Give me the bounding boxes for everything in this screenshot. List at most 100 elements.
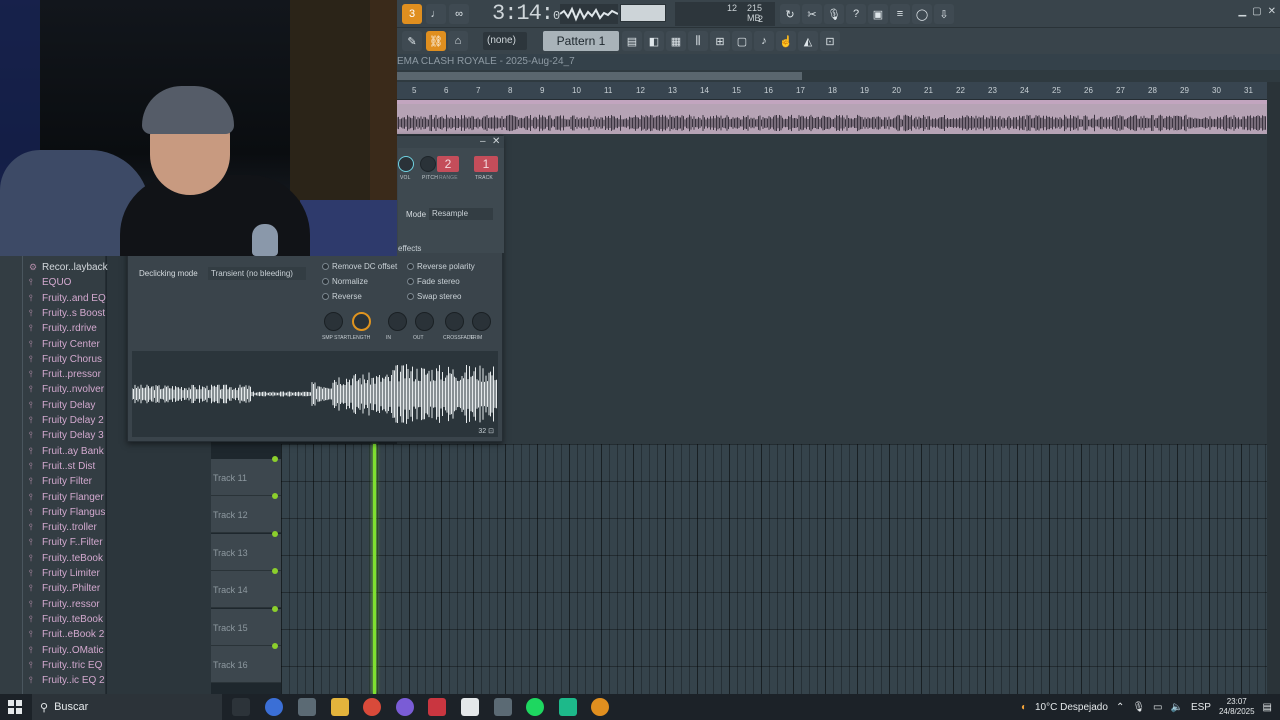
playhead-marker[interactable] bbox=[373, 444, 376, 694]
track-header[interactable]: Track 15 bbox=[211, 605, 281, 646]
app-icon[interactable] bbox=[559, 698, 577, 716]
file-explorer-icon[interactable] bbox=[331, 698, 349, 716]
loop-record-button[interactable]: ∞ bbox=[449, 4, 469, 24]
option-radio[interactable]: Swap stereo bbox=[407, 292, 461, 301]
browser-item[interactable]: ⫯ Fruity Flangus bbox=[29, 505, 105, 520]
pattern-selector[interactable]: Pattern 1 bbox=[543, 31, 619, 51]
browser-item[interactable]: ⫯ Fruity Delay 3 bbox=[29, 428, 104, 443]
tempo-icon[interactable]: ♪ bbox=[754, 31, 774, 51]
chrome-icon[interactable] bbox=[363, 698, 381, 716]
master-volume-meter[interactable] bbox=[620, 4, 666, 22]
clock[interactable]: 23:07 24/8/2025 bbox=[1219, 697, 1255, 717]
track-enable-led[interactable] bbox=[272, 643, 278, 649]
notifications-icon[interactable]: ▤ bbox=[1263, 702, 1272, 713]
track-header[interactable]: Track 11 bbox=[211, 456, 281, 496]
browser-item[interactable]: ⫯ Fruity..OMatic bbox=[29, 643, 103, 658]
knob[interactable] bbox=[472, 312, 491, 331]
windows-start-icon[interactable] bbox=[8, 700, 22, 714]
browser-item[interactable]: ⫯ Fruity..s Boost bbox=[29, 306, 105, 321]
language-indicator[interactable]: ESP bbox=[1191, 702, 1211, 713]
option-radio[interactable]: Reverse bbox=[322, 292, 362, 301]
weather-text[interactable]: 10°C Despejado bbox=[1035, 702, 1108, 713]
knob[interactable] bbox=[352, 312, 371, 331]
knob[interactable] bbox=[445, 312, 464, 331]
knob[interactable] bbox=[388, 312, 407, 331]
weather-icon[interactable]: ◐ bbox=[1021, 702, 1027, 713]
browser-item[interactable]: ⫯ Fruity Delay bbox=[29, 398, 95, 413]
controller-icon[interactable] bbox=[494, 698, 512, 716]
option-radio[interactable]: Remove DC offset bbox=[322, 262, 397, 271]
plugin-picker-icon[interactable]: ▢ bbox=[732, 31, 752, 51]
audio-clip[interactable] bbox=[397, 100, 1267, 134]
window-titlebar[interactable]: – ✕ bbox=[398, 136, 504, 148]
chat-icon[interactable]: ◯ bbox=[912, 4, 932, 24]
option-radio[interactable]: Normalize bbox=[322, 277, 368, 286]
browser-item[interactable]: ⫯ EQUO bbox=[29, 275, 71, 290]
store-icon[interactable]: ⊡ bbox=[820, 31, 840, 51]
close-icon[interactable]: ✕ bbox=[492, 136, 500, 147]
touch-icon[interactable]: ☝ bbox=[776, 31, 796, 51]
close-icon[interactable]: ✕ bbox=[1268, 6, 1276, 17]
network-icon[interactable]: ▭ bbox=[1153, 702, 1162, 713]
browser-item[interactable]: ⫯ Fruit..pressor bbox=[29, 367, 101, 382]
draw-tool-icon[interactable]: ✎ bbox=[402, 31, 422, 51]
browser-item[interactable]: ⫯ Fruity..teBook bbox=[29, 612, 103, 627]
option-radio[interactable]: Fade stereo bbox=[407, 277, 460, 286]
track-enable-led[interactable] bbox=[272, 605, 278, 612]
browser-item[interactable]: ⫯ Fruity..ressor bbox=[29, 597, 100, 612]
browser-item[interactable]: ⫯ Fruity..Philter bbox=[29, 581, 100, 596]
track-header[interactable]: Track 13 bbox=[211, 530, 281, 571]
track-header[interactable]: Track 16 bbox=[211, 643, 281, 683]
stamp-icon[interactable]: ⌂ bbox=[448, 31, 468, 51]
minimize-icon[interactable]: ▁ bbox=[1238, 6, 1246, 17]
playlist-icon[interactable]: ▤ bbox=[622, 31, 642, 51]
browser-item[interactable]: ⫯ Fruity..ic EQ 2 bbox=[29, 673, 105, 688]
knob[interactable] bbox=[324, 312, 343, 331]
wait-input-button[interactable]: ♩ bbox=[426, 4, 446, 24]
track-value[interactable]: 1 bbox=[474, 156, 498, 172]
taskbar-search[interactable]: ⚲ Buscar bbox=[32, 694, 222, 720]
metronome-button[interactable]: 3 bbox=[402, 4, 422, 24]
copilot-icon[interactable] bbox=[265, 698, 283, 716]
save-icon[interactable]: ▣ bbox=[868, 4, 888, 24]
mixer-icon[interactable]: ≡ bbox=[890, 4, 910, 24]
browser-item[interactable]: ⫯ Fruity..teBook bbox=[29, 551, 103, 566]
capcut-icon[interactable] bbox=[461, 698, 479, 716]
browser-item[interactable]: ⫯ Fruity Limiter bbox=[29, 566, 100, 581]
help-icon[interactable]: ? bbox=[846, 4, 866, 24]
declicking-mode-select[interactable]: Transient (no bleeding) bbox=[208, 267, 306, 280]
playlist-grid[interactable] bbox=[281, 444, 1267, 694]
browser-item[interactable]: ⫯ Fruity Center bbox=[29, 337, 100, 352]
browser-item[interactable]: ⫯ Fruit..eBook 2 bbox=[29, 627, 104, 642]
zoom-indicator[interactable]: 32 ⊡ bbox=[478, 427, 494, 435]
track-enable-led[interactable] bbox=[272, 530, 278, 537]
fl-studio-icon[interactable] bbox=[591, 698, 609, 716]
browser-item[interactable]: ⫯ Fruity..troller bbox=[29, 520, 97, 535]
snap-selector[interactable]: (none) bbox=[483, 32, 527, 50]
browser-item[interactable]: ⫯ Fruity F..Filter bbox=[29, 535, 103, 550]
horizontal-scrollbar[interactable] bbox=[397, 72, 802, 80]
hint-icon[interactable]: ◭ bbox=[798, 31, 818, 51]
pitch-knob[interactable] bbox=[420, 156, 436, 172]
track-enable-led[interactable] bbox=[272, 493, 278, 500]
record-audio-icon[interactable]: 🎙 bbox=[824, 4, 844, 24]
range-value[interactable]: 2 bbox=[437, 156, 459, 172]
cut-icon[interactable]: ✂ bbox=[802, 4, 822, 24]
task-view-icon[interactable] bbox=[232, 698, 250, 716]
browser-item[interactable]: ⫯ Fruity Chorus bbox=[29, 352, 102, 367]
discord-icon[interactable] bbox=[396, 698, 414, 716]
maximize-icon[interactable]: ▢ bbox=[1252, 6, 1261, 17]
channel-rack-icon[interactable]: ◧ bbox=[644, 31, 664, 51]
vertical-scrollbar[interactable] bbox=[1267, 82, 1280, 694]
browser-item[interactable]: ⫯ Fruity..nvolver bbox=[29, 382, 104, 397]
browser-item[interactable]: ⫯ Fruity..rdrive bbox=[29, 321, 97, 336]
link-tool-icon[interactable]: ⛓ bbox=[426, 31, 446, 51]
option-radio[interactable]: Reverse polarity bbox=[407, 262, 475, 271]
spotify-icon[interactable] bbox=[526, 698, 544, 716]
download-icon[interactable]: ⇩ bbox=[934, 4, 954, 24]
browser-item[interactable]: ⫯ Fruity Flanger bbox=[29, 490, 104, 505]
mixer-view-icon[interactable]: ⫼ bbox=[688, 31, 708, 51]
sample-waveform[interactable]: 32 ⊡ bbox=[131, 351, 498, 437]
volume-knob[interactable] bbox=[398, 156, 414, 172]
browser-item[interactable]: ⫯ Fruity Filter bbox=[29, 474, 92, 489]
